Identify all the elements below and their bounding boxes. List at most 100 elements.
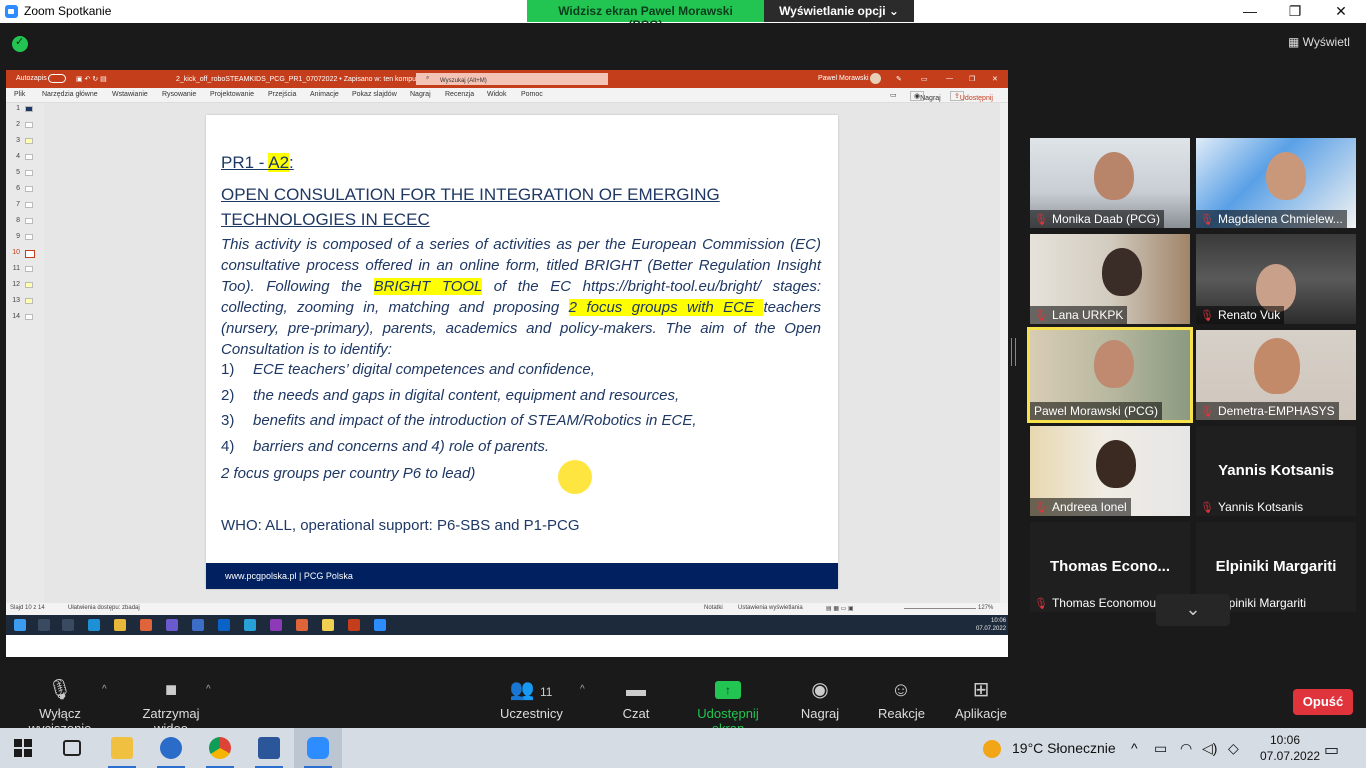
comment-icon[interactable]: ▭	[890, 91, 897, 99]
who-line[interactable]: WHO: ALL, operational support: P6-SBS an…	[221, 517, 580, 534]
menu-recenzja[interactable]: Recenzja	[445, 91, 474, 98]
ppt-share-button[interactable]: ⇪ Udostępnij	[950, 91, 993, 102]
video-tile[interactable]: 🎙 Lana URKPK	[1030, 234, 1190, 324]
dropbox-icon[interactable]: ◇	[1228, 740, 1239, 757]
video-tile-active-speaker[interactable]: Pawel Morawski (PCG)	[1027, 327, 1193, 423]
reactions-button[interactable]: ☺ Reakcje	[878, 678, 925, 721]
apps-button[interactable]: ⊞ Aplikacje	[954, 678, 1008, 721]
slide-thumb[interactable]: 2	[6, 119, 44, 133]
ppt-record-label: Nagraj	[920, 95, 941, 102]
slide-thumb[interactable]: 9	[6, 231, 44, 245]
weather-text[interactable]: 19°C Słonecznie	[1012, 740, 1116, 756]
menu-narzedzia-glowne[interactable]: Narzędzia główne	[42, 91, 98, 98]
slide-title[interactable]: PR1 - A2:	[221, 153, 294, 173]
slide-thumb[interactable]: 4	[6, 151, 44, 165]
slide-thumb[interactable]: 1	[6, 103, 44, 117]
notifications-icon[interactable]: ▭	[1324, 740, 1339, 760]
chat-button[interactable]: ▬ Czat	[616, 678, 656, 721]
ppt-close-icon[interactable]: ✕	[992, 75, 998, 83]
participants-button[interactable]: 👥 11 Uczestnicy	[500, 678, 563, 721]
save-icon[interactable]: ▣ ↶ ↻ ▤	[76, 75, 107, 83]
minimize-button[interactable]: —	[1227, 0, 1273, 23]
word-icon[interactable]	[245, 728, 293, 768]
outlook-icon[interactable]	[147, 728, 195, 768]
menu-pomoc[interactable]: Pomoc	[521, 91, 543, 98]
accessibility-status[interactable]: Ułatwienia dostępu: zbadaj	[68, 605, 140, 611]
menu-nagraj[interactable]: Nagraj	[410, 91, 431, 98]
slide-body-text[interactable]: This activity is composed of a series of…	[221, 234, 821, 360]
zoom-taskbar-icon[interactable]	[294, 728, 342, 768]
slide-thumb[interactable]: 13	[6, 295, 44, 309]
slide-thumb-active[interactable]: 10	[6, 247, 44, 261]
ppt-record-button[interactable]: ◉ Nagraj	[910, 91, 941, 102]
user-avatar[interactable]	[870, 73, 881, 84]
menu-animacje[interactable]: Animacje	[310, 91, 339, 98]
video-tile[interactable]: 🎙 Renato Vuk	[1196, 234, 1356, 324]
video-options-caret-icon[interactable]: ^	[206, 684, 211, 695]
view-options-button[interactable]: Wyświetlanie opcji ⌄	[764, 0, 914, 22]
panel-splitter[interactable]	[1011, 338, 1016, 366]
windows-start-icon[interactable]	[14, 739, 32, 757]
slide-thumb[interactable]: 3	[6, 135, 44, 149]
slide-editing-canvas[interactable]: PR1 - A2: OPEN CONSULATION FOR THE INTEG…	[44, 103, 1002, 603]
display-settings-button[interactable]: Ustawienia wyświetlania	[738, 605, 803, 611]
video-tile[interactable]: 🎙 Demetra-EMPHASYS	[1196, 330, 1356, 420]
video-tile[interactable]: 🎙 Monika Daab (PCG)	[1030, 138, 1190, 228]
battery-icon[interactable]: ▭	[1154, 740, 1167, 757]
slide-list[interactable]: 1) ECE teachers’ digital competences and …	[221, 361, 821, 463]
slide-thumb[interactable]: 12	[6, 279, 44, 293]
record-button[interactable]: ◉ Nagraj	[800, 678, 840, 721]
leave-meeting-button[interactable]: Opuść	[1293, 689, 1353, 715]
list-item: 4) barriers and concerns and 4) role of p…	[221, 438, 821, 464]
slide-heading[interactable]: OPEN CONSULATION FOR THE INTEGRATION OF …	[221, 182, 821, 232]
more-participants-chevron-icon[interactable]: ⌄	[1156, 594, 1230, 626]
menu-przejscia[interactable]: Przejścia	[268, 91, 296, 98]
slide-thumb[interactable]: 5	[6, 167, 44, 181]
menu-widok[interactable]: Widok	[487, 91, 506, 98]
menu-rysowanie[interactable]: Rysowanie	[162, 91, 196, 98]
volume-icon[interactable]: ◁)	[1202, 740, 1217, 757]
notes-button[interactable]: Notatki	[704, 605, 723, 611]
ppt-minimize-icon[interactable]: —	[946, 75, 953, 82]
focus-group-note[interactable]: 2 focus groups per country P6 to lead)	[221, 465, 475, 482]
restore-button[interactable]: ❐	[1272, 0, 1318, 23]
video-tile-off[interactable]: Yannis Kotsanis 🎙 Yannis Kotsanis	[1196, 426, 1356, 516]
participants-icon: 👥 11	[509, 679, 553, 701]
view-toggle-button[interactable]: ▦ Wyświetl	[1288, 35, 1350, 49]
slide-thumb[interactable]: 6	[6, 183, 44, 197]
network-icon[interactable]: ◠	[1180, 740, 1192, 757]
video-tile[interactable]: 🎙 Andreea Ionel	[1030, 426, 1190, 516]
encryption-shield-icon[interactable]	[12, 35, 28, 52]
slide[interactable]: PR1 - A2: OPEN CONSULATION FOR THE INTEG…	[206, 115, 838, 589]
view-buttons-icon[interactable]: ▤ ▦ ▭ ▣	[826, 605, 854, 612]
inner-teams-icon	[166, 619, 178, 631]
zoom-slider[interactable]	[904, 608, 976, 609]
ppt-search-box[interactable]: ⌕ Wyszukaj (Alt+M)	[416, 73, 608, 85]
slide-thumb[interactable]: 7	[6, 199, 44, 213]
menu-projektowanie[interactable]: Projektowanie	[210, 91, 254, 98]
autosave-toggle[interactable]	[48, 74, 66, 83]
audio-options-caret-icon[interactable]: ^	[102, 684, 107, 695]
tray-chevron-icon[interactable]: ^	[1131, 740, 1138, 756]
shared-screen[interactable]: Autozapis ▣ ↶ ↻ ▤ 2_kick_off_roboSTEAMKI…	[6, 70, 1008, 657]
close-button[interactable]: ✕	[1318, 0, 1364, 23]
menu-wstawianie[interactable]: Wstawianie	[112, 91, 148, 98]
slide-thumb[interactable]: 8	[6, 215, 44, 229]
pen-icon[interactable]: ✎	[896, 75, 902, 83]
ppt-vertical-scrollbar[interactable]	[1000, 103, 1008, 603]
menu-pokaz-slajdow[interactable]: Pokaz slajdów	[352, 91, 397, 98]
slide-thumb[interactable]: 11	[6, 263, 44, 277]
task-view-icon[interactable]	[48, 728, 96, 768]
ribbon-display-icon[interactable]: ▭	[921, 75, 928, 83]
file-explorer-icon[interactable]	[98, 728, 146, 768]
chrome-icon[interactable]	[196, 728, 244, 768]
windows-taskbar: 19°C Słonecznie ^ ▭ ◠ ◁) ◇ 10:06 07.07.2…	[0, 728, 1366, 768]
taskbar-clock[interactable]: 10:06 07.07.2022	[1260, 732, 1320, 764]
slide-thumb[interactable]: 14	[6, 311, 44, 325]
inner-taskview-icon	[62, 619, 74, 631]
menu-plik[interactable]: Plik	[14, 91, 25, 98]
video-tile[interactable]: 🎙 Magdalena Chmielew...	[1196, 138, 1356, 228]
participants-caret-icon[interactable]: ^	[580, 684, 585, 695]
zoom-level[interactable]: 127%	[978, 605, 993, 611]
ppt-restore-icon[interactable]: ❐	[969, 75, 975, 83]
